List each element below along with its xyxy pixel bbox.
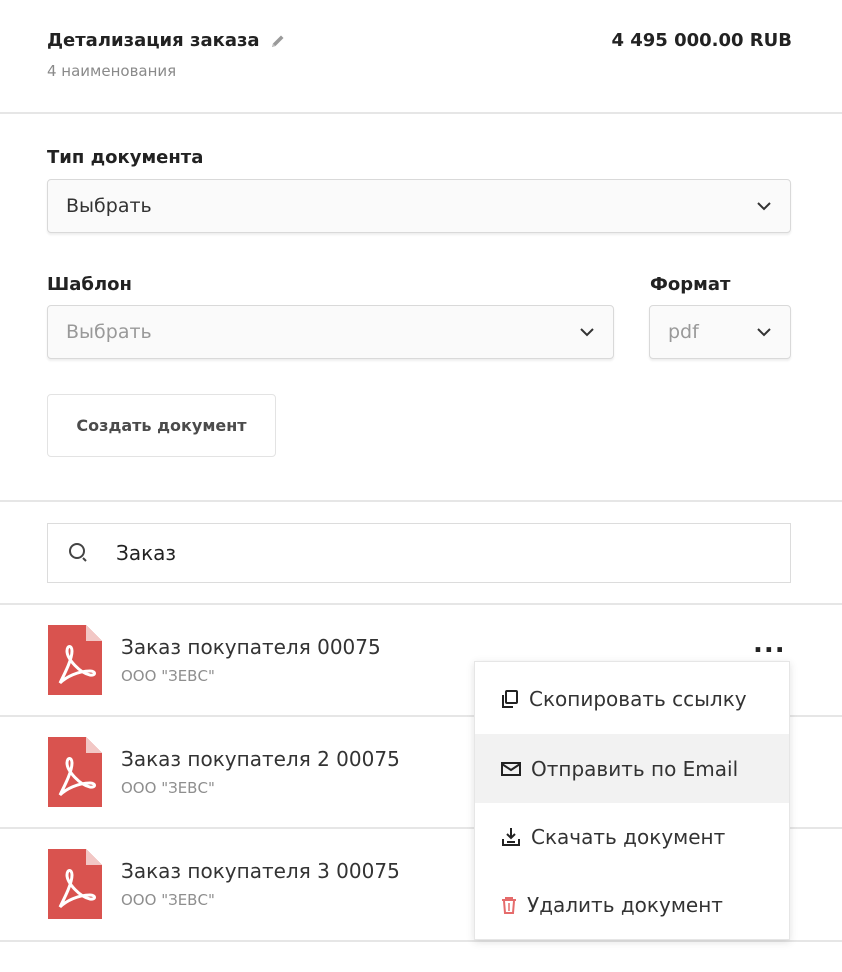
template-value: Выбрать [66, 321, 152, 343]
menu-item-copy-link[interactable]: Скопировать ссылку [475, 664, 789, 733]
document-org: ООО "ЗЕВС" [121, 779, 215, 797]
search-icon [68, 542, 90, 564]
template-select[interactable]: Выбрать [47, 305, 614, 359]
document-org: ООО "ЗЕВС" [121, 891, 215, 909]
order-total: 4 495 000.00 RUB [611, 30, 792, 51]
menu-item-label: Удалить документ [527, 892, 723, 917]
menu-item-delete[interactable]: Удалить документ [475, 870, 789, 939]
page-title: Детализация заказа [47, 30, 260, 51]
document-org: ООО "ЗЕВС" [121, 667, 215, 685]
pdf-file-icon [48, 625, 102, 699]
divider [0, 112, 842, 114]
mail-icon [501, 761, 521, 777]
chevron-down-icon [579, 327, 595, 337]
format-value: pdf [668, 321, 699, 343]
more-options-button[interactable]: ... [753, 631, 786, 657]
document-context-menu: Скопировать ссылку Отправить по Email Ск… [474, 661, 790, 940]
divider [0, 500, 842, 502]
create-document-button[interactable]: Создать документ [47, 394, 276, 457]
order-details-title: Детализация заказа [47, 30, 286, 51]
download-icon [501, 827, 521, 847]
copy-icon [501, 689, 519, 708]
format-label: Формат [650, 274, 731, 295]
pdf-file-icon [48, 849, 102, 923]
doc-type-value: Выбрать [66, 195, 152, 217]
format-select[interactable]: pdf [649, 305, 791, 359]
menu-item-label: Отправить по Email [531, 756, 739, 781]
trash-icon [501, 896, 517, 914]
document-name[interactable]: Заказ покупателя 00075 [121, 635, 381, 659]
doc-type-select[interactable]: Выбрать [47, 179, 791, 233]
pencil-icon[interactable] [270, 33, 286, 49]
menu-item-download[interactable]: Скачать документ [475, 802, 789, 871]
menu-item-send-email[interactable]: Отправить по Email [475, 734, 789, 803]
menu-item-label: Скопировать ссылку [529, 686, 747, 711]
search-input[interactable] [114, 540, 718, 566]
pdf-file-icon [48, 737, 102, 811]
template-label: Шаблон [47, 274, 132, 295]
document-name[interactable]: Заказ покупателя 3 00075 [121, 859, 400, 883]
document-name[interactable]: Заказ покупателя 2 00075 [121, 747, 400, 771]
chevron-down-icon [756, 201, 772, 211]
items-count: 4 наименования [47, 62, 177, 80]
divider [0, 940, 842, 942]
menu-item-label: Скачать документ [531, 824, 726, 849]
chevron-down-icon [756, 327, 772, 337]
doc-type-label: Тип документа [47, 147, 204, 168]
search-box[interactable] [47, 523, 791, 583]
